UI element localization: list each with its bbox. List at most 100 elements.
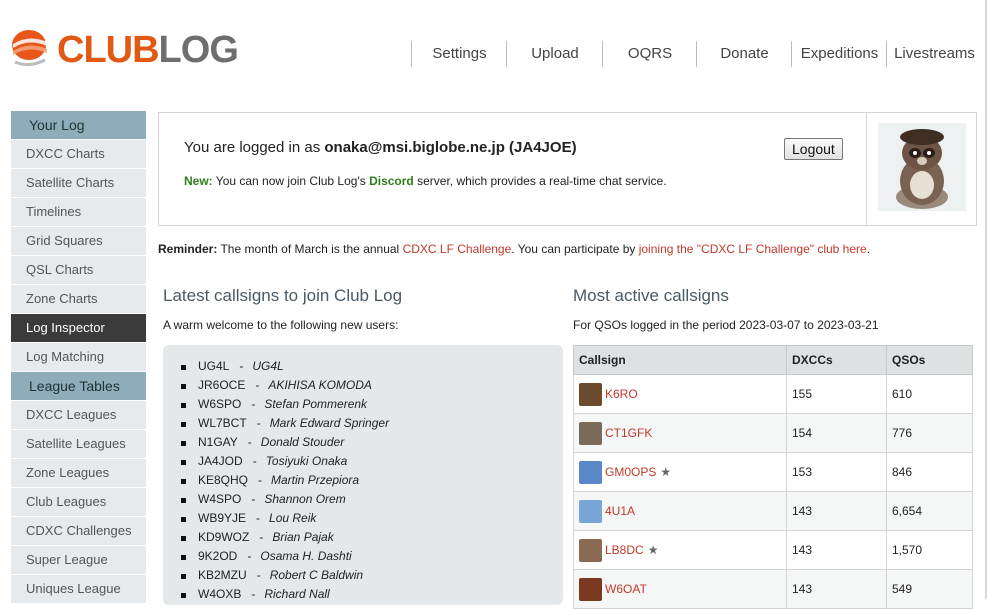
new-user-callsign[interactable]: W4SPO (198, 490, 241, 509)
callsign-cell: K6RO (573, 374, 787, 414)
separator: - (251, 492, 256, 506)
new-user-callsign[interactable]: JR6OCE (198, 376, 245, 395)
bullet-icon (181, 441, 186, 446)
callsign-link[interactable]: W6OAT (605, 582, 647, 596)
sidebar-item-qsl-charts[interactable]: QSL Charts (11, 256, 146, 284)
new-user-callsign[interactable]: WL7BCT (198, 414, 247, 433)
reminder-text-1: The month of March is the annual (217, 242, 403, 256)
separator: - (252, 454, 257, 468)
sidebar-item-zone-charts[interactable]: Zone Charts (11, 285, 146, 313)
bullet-icon (181, 460, 186, 465)
separator: - (258, 473, 263, 487)
sidebar-item-satellite-charts[interactable]: Satellite Charts (11, 169, 146, 197)
sidebar-item-grid-squares[interactable]: Grid Squares (11, 227, 146, 255)
table-row: LB8DC ★ 143 1,570 (573, 530, 973, 570)
callsign-avatar-icon (579, 382, 602, 406)
callsign-link[interactable]: K6RO (605, 387, 638, 401)
qsos-cell: 549 (886, 569, 973, 609)
sidebar-item-dxcc-leagues[interactable]: DXCC Leagues (11, 401, 146, 429)
separator: - (259, 530, 264, 544)
list-item: W6SPO - Stefan Pommerenk (181, 395, 389, 414)
reminder-banner: Reminder: The month of March is the annu… (158, 242, 870, 256)
table-row: 4U1A 143 6,654 (573, 491, 973, 531)
new-user-name: Brian Pajak (272, 530, 334, 544)
separator: - (256, 416, 261, 430)
most-active-subtitle: For QSOs logged in the period 2023-03-07… (573, 318, 879, 332)
sidebar-head-your-log[interactable]: Your Log (11, 111, 146, 139)
sidebar-item-dxcc-charts[interactable]: DXCC Charts (11, 140, 146, 168)
reminder-label: Reminder: (158, 242, 218, 256)
sidebar-item-satellite-leagues[interactable]: Satellite Leagues (11, 430, 146, 458)
sidebar-item-log-matching[interactable]: Log Matching (11, 343, 146, 371)
list-item: WL7BCT - Mark Edward Springer (181, 414, 389, 433)
new-user-callsign[interactable]: UG4L (198, 357, 229, 376)
sidebar-head-league-tables[interactable]: League Tables (11, 372, 146, 400)
table-row: CT1GFK 154 776 (573, 413, 973, 453)
list-item: 9K2OD - Osama H. Dashti (181, 547, 389, 566)
qsos-cell: 776 (886, 413, 973, 453)
nav-oqrs[interactable]: OQRS (602, 41, 697, 67)
callsign-avatar-icon (579, 499, 602, 523)
nav-expeditions[interactable]: Expeditions (791, 41, 887, 67)
callsign-link[interactable]: LB8DC (605, 543, 644, 557)
callsign-link[interactable]: GM0OPS (605, 465, 656, 479)
new-user-callsign[interactable]: W6SPO (198, 395, 241, 414)
most-active-table: Callsign DXCCs QSOs K6RO 155 610 CT1GFK 154 7… (573, 345, 973, 609)
logout-button[interactable]: Logout (784, 138, 843, 160)
table-row: W6OAT 143 549 (573, 569, 973, 609)
sidebar-item-zone-leagues[interactable]: Zone Leagues (11, 459, 146, 487)
nav-upload[interactable]: Upload (506, 41, 603, 67)
notice-text-2: server, which provides a real-time chat … (413, 174, 667, 188)
new-user-callsign[interactable]: KB2MZU (198, 566, 247, 585)
separator: - (251, 587, 256, 601)
new-user-callsign[interactable]: KD9WOZ (198, 528, 249, 547)
sidebar-item-log-inspector[interactable]: Log Inspector (11, 314, 146, 342)
nav-donate[interactable]: Donate (696, 41, 792, 67)
dxcc-cell: 143 (786, 491, 887, 531)
dxcc-cell: 154 (786, 413, 887, 453)
join-club-link[interactable]: joining the "CDXC LF Challenge" club her… (639, 242, 867, 256)
discord-notice: New: You can now join Club Log's Discord… (184, 174, 667, 188)
sidebar: Your Log DXCC Charts Satellite Charts Ti… (11, 111, 146, 604)
separator: - (255, 378, 260, 392)
new-user-callsign[interactable]: W4OXB (198, 585, 241, 604)
new-user-callsign[interactable]: N1GAY (198, 433, 238, 452)
col-dxccs[interactable]: DXCCs (786, 345, 887, 375)
callsign-link[interactable]: CT1GFK (605, 426, 652, 440)
user-avatar[interactable] (878, 123, 966, 211)
sidebar-item-club-leagues[interactable]: Club Leagues (11, 488, 146, 516)
new-user-callsign[interactable]: KE8QHQ (198, 471, 248, 490)
nav-settings[interactable]: Settings (411, 41, 507, 67)
new-user-name: Lou Reik (269, 511, 317, 525)
new-user-name: Shannon Orem (264, 492, 346, 506)
col-qsos[interactable]: QSOs (886, 345, 973, 375)
sidebar-item-super-league[interactable]: Super League (11, 546, 146, 574)
dxcc-cell: 153 (786, 452, 887, 492)
qsos-cell: 6,654 (886, 491, 973, 531)
new-users-list: UG4L - UG4L JR6OCE - AKIHISA KOMODA W6SPO - Stef… (181, 357, 389, 604)
list-item: N1GAY - Donald Stouder (181, 433, 389, 452)
cdxc-lf-challenge-link[interactable]: CDXC LF Challenge (403, 242, 512, 256)
notice-text-1: You can now join Club Log's (212, 174, 370, 188)
col-callsign[interactable]: Callsign (573, 345, 787, 375)
callsign-cell: 4U1A (573, 491, 787, 531)
new-user-callsign[interactable]: WB9YJE (198, 509, 246, 528)
new-user-name: Mark Edward Springer (269, 416, 390, 430)
latest-callsigns-subtitle: A warm welcome to the following new user… (163, 318, 399, 332)
nav-livestreams[interactable]: Livestreams (886, 41, 982, 67)
new-user-name: Osama H. Dashti (260, 549, 352, 563)
new-user-name: UG4L (252, 359, 284, 373)
new-user-callsign[interactable]: JA4JOD (198, 452, 243, 471)
callsign-avatar-icon (579, 577, 602, 601)
new-user-callsign[interactable]: 9K2OD (198, 547, 237, 566)
bullet-icon (181, 536, 186, 541)
star-icon: ★ (660, 465, 672, 479)
sidebar-item-cdxc-challenges[interactable]: CDXC Challenges (11, 517, 146, 545)
callsign-cell: LB8DC ★ (573, 530, 787, 570)
bullet-icon (181, 593, 186, 598)
login-panel: You are logged in as onaka@msi.biglobe.n… (158, 112, 977, 226)
discord-link[interactable]: Discord (369, 174, 414, 188)
separator: - (247, 435, 252, 449)
sidebar-item-timelines[interactable]: Timelines (11, 198, 146, 226)
callsign-link[interactable]: 4U1A (605, 504, 635, 518)
